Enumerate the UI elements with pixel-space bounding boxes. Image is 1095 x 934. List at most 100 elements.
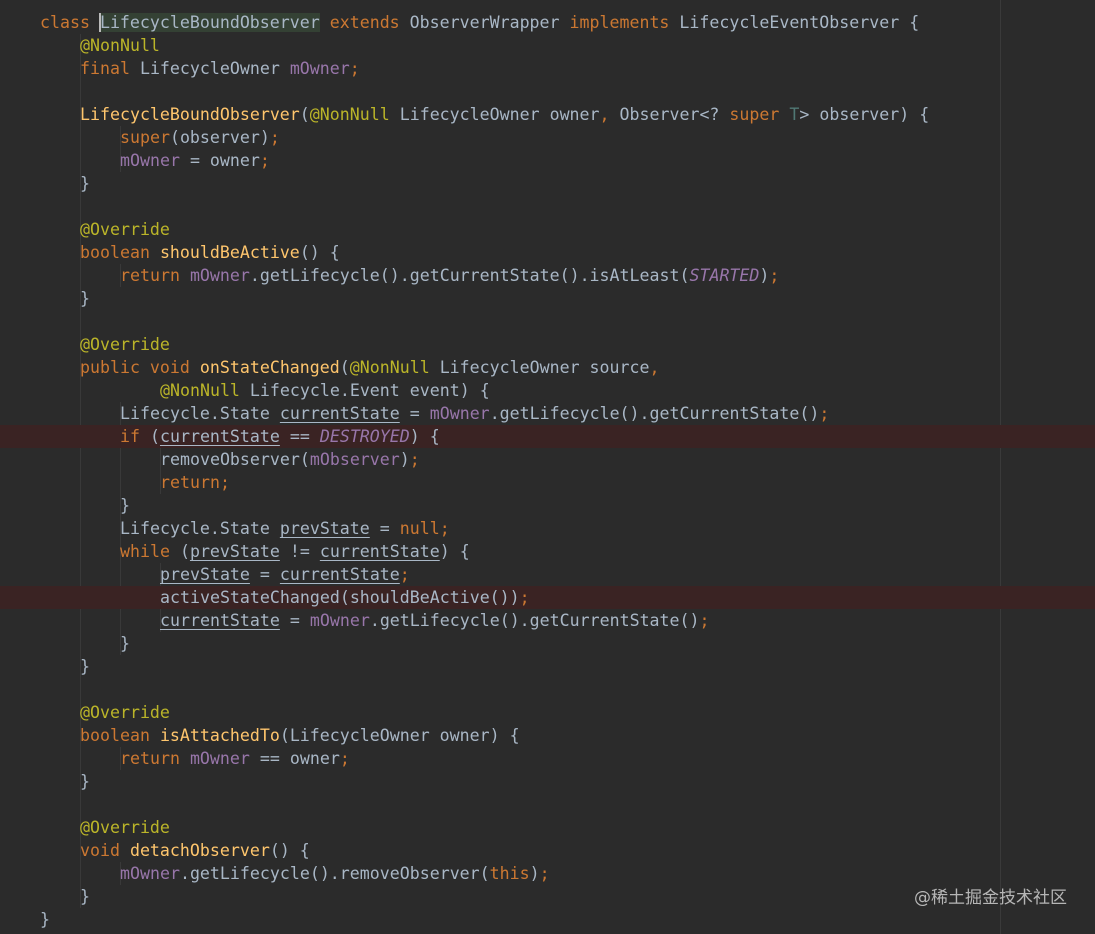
- code-token: Observer<?: [619, 105, 730, 124]
- code-token: mOwner: [120, 151, 180, 170]
- code-line[interactable]: if (currentState == DESTROYED) {: [0, 425, 1095, 448]
- code-line-text: LifecycleBoundObserver(@NonNull Lifecycl…: [80, 103, 929, 126]
- code-line-text: activeStateChanged(shouldBeActive());: [160, 586, 530, 609]
- code-line[interactable]: boolean shouldBeActive() {: [0, 241, 1095, 264]
- code-token: ;: [819, 404, 830, 423]
- code-line[interactable]: @NonNull Lifecycle.Event event) {: [0, 379, 1095, 402]
- code-token: == owner: [249, 749, 340, 768]
- code-token: ;: [519, 588, 530, 607]
- code-line[interactable]: Lifecycle.State prevState = null;: [0, 517, 1095, 540]
- code-token: }: [40, 910, 50, 929]
- code-line[interactable]: @Override: [0, 701, 1095, 724]
- code-line-text: @NonNull Lifecycle.Event event) {: [160, 379, 490, 402]
- code-line-text: @Override: [80, 816, 170, 839]
- code-token: Lifecycle.State: [120, 519, 280, 538]
- code-line[interactable]: @NonNull: [0, 34, 1095, 57]
- code-line[interactable]: [0, 80, 1095, 103]
- code-token: (: [149, 427, 160, 446]
- code-token: null;: [399, 519, 450, 538]
- code-line[interactable]: final LifecycleOwner mOwner;: [0, 57, 1095, 80]
- code-line[interactable]: prevState = currentState;: [0, 563, 1095, 586]
- code-token: @Override: [80, 220, 170, 239]
- code-token: ObserverWrapper: [409, 13, 560, 32]
- code-token: @NonNull: [160, 381, 240, 400]
- code-token: prevState: [279, 519, 370, 538]
- code-token: activeStateChanged(shouldBeActive()): [160, 588, 520, 607]
- code-token: this: [489, 864, 530, 883]
- code-line[interactable]: @Override: [0, 333, 1095, 356]
- code-token: .getLifecycle().getCurrentState(): [489, 404, 820, 423]
- code-line[interactable]: removeObserver(mObserver);: [0, 448, 1095, 471]
- code-token: ): [759, 266, 770, 285]
- code-token: }: [80, 887, 90, 906]
- code-token: DESTROYED: [319, 427, 410, 446]
- code-token: prevState: [160, 565, 250, 584]
- code-line[interactable]: currentState = mOwner.getLifecycle().get…: [0, 609, 1095, 632]
- code-line[interactable]: [0, 195, 1095, 218]
- code-line[interactable]: return;: [0, 471, 1095, 494]
- code-line[interactable]: super(observer);: [0, 126, 1095, 149]
- code-line-text: class LifecycleBoundObserver extends Obs…: [40, 11, 919, 34]
- code-line[interactable]: mOwner.getLifecycle().removeObserver(thi…: [0, 862, 1095, 885]
- code-line[interactable]: }: [0, 770, 1095, 793]
- code-token: }: [80, 772, 90, 791]
- code-token: mOwner: [189, 266, 250, 285]
- code-token: ): [529, 864, 540, 883]
- code-line-text: if (currentState == DESTROYED) {: [120, 425, 440, 448]
- code-line-text: }: [80, 770, 90, 793]
- code-line[interactable]: [0, 310, 1095, 333]
- code-line[interactable]: @Override: [0, 816, 1095, 839]
- code-token: if: [120, 427, 150, 446]
- code-line-text: super(observer);: [120, 126, 280, 149]
- code-line[interactable]: return mOwner.getLifecycle().getCurrentS…: [0, 264, 1095, 287]
- code-line[interactable]: }: [0, 172, 1095, 195]
- code-line[interactable]: LifecycleBoundObserver(@NonNull Lifecycl…: [0, 103, 1095, 126]
- code-line[interactable]: activeStateChanged(shouldBeActive());: [0, 586, 1095, 609]
- code-token: ,: [599, 105, 620, 124]
- code-line[interactable]: [0, 793, 1095, 816]
- code-token: LifecycleBoundObserver: [80, 105, 300, 124]
- code-line-text: }: [80, 172, 90, 195]
- code-token: ) {: [439, 542, 470, 561]
- code-token: ;: [399, 565, 410, 584]
- code-line[interactable]: public void onStateChanged(@NonNull Life…: [0, 356, 1095, 379]
- code-token: @Override: [80, 818, 170, 837]
- code-line-text: @NonNull: [80, 34, 160, 57]
- code-line[interactable]: class LifecycleBoundObserver extends Obs…: [0, 11, 1095, 34]
- code-editor[interactable]: class LifecycleBoundObserver extends Obs…: [0, 0, 1095, 934]
- code-token: ;: [339, 749, 350, 768]
- code-token: implements: [559, 13, 680, 32]
- code-token: =: [249, 565, 280, 584]
- code-line[interactable]: }: [0, 908, 1095, 931]
- code-token: = owner: [179, 151, 260, 170]
- code-line[interactable]: @Override: [0, 218, 1095, 241]
- code-line-text: while (prevState != currentState) {: [120, 540, 470, 563]
- code-line[interactable]: mOwner = owner;: [0, 149, 1095, 172]
- code-token: T: [789, 105, 800, 124]
- code-token: boolean: [80, 726, 160, 745]
- code-token: currentState: [319, 542, 440, 561]
- code-line-text: @Override: [80, 333, 170, 356]
- code-line[interactable]: }: [0, 494, 1095, 517]
- code-line[interactable]: return mOwner == owner;: [0, 747, 1095, 770]
- code-token: LifecycleBoundObserver: [99, 13, 320, 32]
- code-line[interactable]: Lifecycle.State currentState = mOwner.ge…: [0, 402, 1095, 425]
- code-token: currentState: [279, 404, 400, 423]
- code-token: mOwner: [429, 404, 490, 423]
- code-token: ==: [279, 427, 320, 446]
- code-token: ) {: [409, 427, 440, 446]
- code-token: mOwner: [189, 749, 250, 768]
- code-token: @Override: [80, 335, 170, 354]
- code-line[interactable]: while (prevState != currentState) {: [0, 540, 1095, 563]
- code-token: ,: [649, 358, 660, 377]
- code-line[interactable]: }: [0, 655, 1095, 678]
- code-line[interactable]: [0, 678, 1095, 701]
- code-line-text: return mOwner == owner;: [120, 747, 350, 770]
- code-line[interactable]: boolean isAttachedTo(LifecycleOwner owne…: [0, 724, 1095, 747]
- code-line[interactable]: void detachObserver() {: [0, 839, 1095, 862]
- code-line-text: }: [40, 908, 50, 931]
- code-token: void: [80, 841, 130, 860]
- code-token: @Override: [80, 703, 170, 722]
- code-line[interactable]: }: [0, 287, 1095, 310]
- code-line[interactable]: }: [0, 632, 1095, 655]
